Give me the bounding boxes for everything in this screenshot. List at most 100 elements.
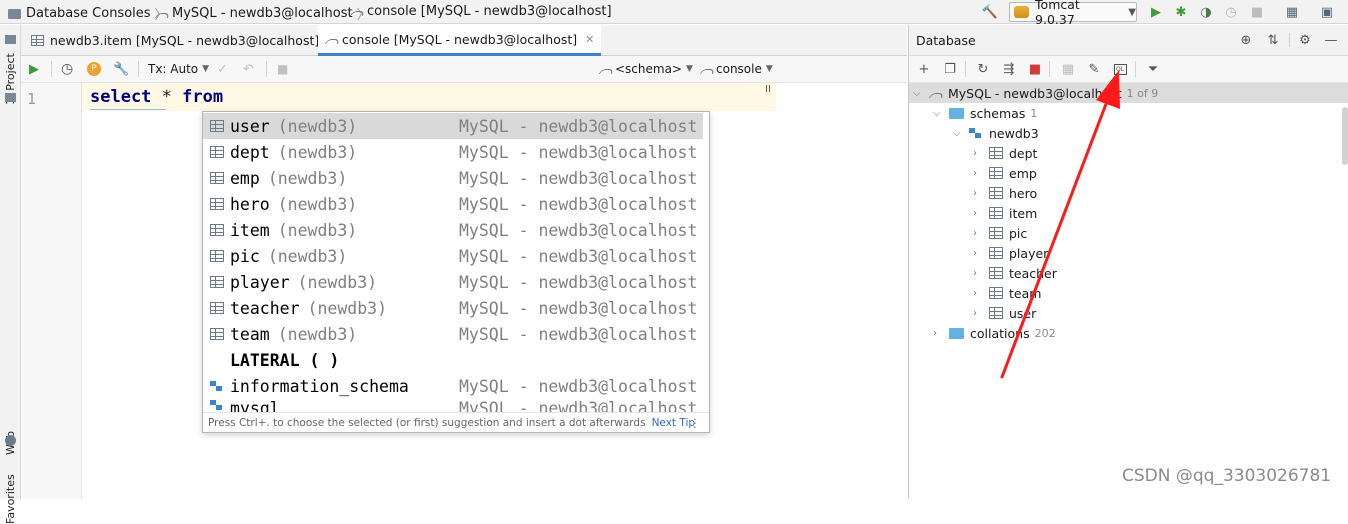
- window-icon[interactable]: ▣: [1318, 3, 1336, 21]
- completion-name: player: [230, 272, 290, 292]
- stop-icon[interactable]: ■: [1027, 61, 1043, 77]
- chevron-down-icon: ⌵: [913, 87, 921, 99]
- tree-table-team[interactable]: › team: [973, 283, 1041, 303]
- tree-connection[interactable]: ⌵ MySQL - newdb3@localhost 1 of 9: [913, 83, 1158, 103]
- database-panel-title: Database: [916, 33, 976, 48]
- completion-item-lateral[interactable]: LATERAL ( ): [203, 347, 703, 373]
- completion-item-teacher[interactable]: teacher (newdb3) MySQL - newdb3@localhos…: [203, 295, 703, 321]
- minimize-icon[interactable]: —: [1323, 32, 1339, 48]
- completion-hint: (newdb3): [277, 194, 358, 214]
- copy-icon[interactable]: ❐: [942, 61, 958, 77]
- table-icon: [989, 147, 1003, 159]
- tree-collations[interactable]: › collations 202: [933, 323, 1056, 343]
- run-icon[interactable]: ▶: [1147, 3, 1165, 21]
- completion-source: MySQL - newdb3@localhost: [459, 298, 698, 318]
- completion-item-user[interactable]: user (newdb3) MySQL - newdb3@localhost: [203, 113, 703, 139]
- divider: [266, 61, 267, 77]
- tree-table-item[interactable]: › item: [973, 203, 1037, 223]
- table-icon: [989, 307, 1003, 319]
- completion-item-hero[interactable]: hero (newdb3) MySQL - newdb3@localhost: [203, 191, 703, 217]
- tree-table-hero[interactable]: › hero: [973, 183, 1037, 203]
- completion-item-player[interactable]: player (newdb3) MySQL - newdb3@localhost: [203, 269, 703, 295]
- table-label: emp: [1009, 165, 1037, 181]
- table-icon: [989, 207, 1003, 219]
- stop-icon[interactable]: ■: [1248, 3, 1266, 21]
- tree-table-teacher[interactable]: › teacher: [973, 263, 1057, 283]
- completion-item-team[interactable]: team (newdb3) MySQL - newdb3@localhost: [203, 321, 703, 347]
- debug-icon[interactable]: ✱: [1172, 3, 1190, 21]
- tree-table-user[interactable]: › user: [973, 303, 1036, 323]
- rollback-icon[interactable]: ↶: [243, 60, 254, 78]
- tree-table-dept[interactable]: › dept: [973, 143, 1037, 163]
- divider: [965, 61, 966, 77]
- execute-icon[interactable]: ▶: [29, 60, 39, 78]
- close-icon[interactable]: ✕: [585, 33, 594, 46]
- console-icon: [700, 64, 713, 75]
- completion-hint: (newdb3): [277, 116, 358, 136]
- favorites-tool-label[interactable]: Favorites: [4, 474, 17, 524]
- project-structure-icon[interactable]: ▦: [1283, 3, 1301, 21]
- table-view-icon[interactable]: ▦: [1060, 61, 1076, 77]
- more-options-icon[interactable]: ⋮: [689, 416, 701, 430]
- settings-wrench-icon[interactable]: 🔧: [113, 60, 129, 78]
- tree-schemas[interactable]: ⌵ schemas 1: [933, 103, 1037, 123]
- table-icon: [210, 172, 224, 184]
- table-icon: [31, 35, 44, 46]
- datasource-icon: [929, 88, 942, 99]
- tab-console[interactable]: console [MySQL - newdb3@localhost] ✕: [318, 25, 602, 56]
- fold-marker: II: [765, 84, 771, 95]
- console-select-label: console: [716, 62, 762, 76]
- gear-icon[interactable]: ⚙: [1297, 32, 1313, 48]
- schema-label: newdb3: [989, 125, 1039, 141]
- parameters-icon[interactable]: P: [87, 60, 101, 78]
- profile-icon[interactable]: ◷: [1222, 3, 1240, 21]
- edit-icon[interactable]: ✎: [1086, 61, 1102, 77]
- completion-item-pic[interactable]: pic (newdb3) MySQL - newdb3@localhost: [203, 243, 703, 269]
- history-icon[interactable]: ◷: [61, 60, 73, 78]
- schema-select[interactable]: <schema> ▼: [599, 60, 693, 78]
- tree-schema-newdb3[interactable]: ⌵ newdb3: [953, 123, 1039, 143]
- table-label: item: [1009, 205, 1038, 221]
- tree-table-pic[interactable]: › pic: [973, 223, 1027, 243]
- completion-hint: (newdb3): [277, 142, 358, 162]
- run-config-label: Tomcat 9.0.37: [1035, 0, 1080, 27]
- cancel-query-icon[interactable]: ■: [277, 60, 288, 78]
- tree-table-player[interactable]: › player: [973, 243, 1048, 263]
- breadcrumb-item-connection[interactable]: MySQL - newdb3@localhost 〉: [155, 4, 370, 23]
- completion-item-mysql[interactable]: mysql MySQL - newdb3@localhost: [203, 399, 703, 412]
- filter-icon[interactable]: ⏷: [1145, 61, 1161, 77]
- console-select[interactable]: console ▼: [700, 60, 773, 78]
- completion-item-emp[interactable]: emp (newdb3) MySQL - newdb3@localhost: [203, 165, 703, 191]
- tab-label: newdb3.item [MySQL - newdb3@localhost]: [50, 33, 320, 48]
- completion-item-information-schema[interactable]: information_schema MySQL - newdb3@localh…: [203, 373, 703, 399]
- schema-sync-icon[interactable]: ⇶: [1001, 61, 1017, 77]
- run-configuration-select[interactable]: Tomcat 9.0.37 ▼: [1009, 0, 1137, 27]
- refresh-icon[interactable]: ↻: [975, 61, 991, 77]
- table-label: team: [1009, 285, 1042, 301]
- completion-hint: (newdb3): [277, 324, 358, 344]
- sql-console-icon[interactable]: QL: [1112, 61, 1128, 77]
- tab-newdb3-item[interactable]: newdb3.item [MySQL - newdb3@localhost] ✕: [24, 25, 343, 56]
- completion-name: emp: [230, 168, 260, 188]
- schema-icon: [210, 399, 224, 411]
- selection-underline: [90, 109, 166, 110]
- tree-table-emp[interactable]: › emp: [973, 163, 1037, 183]
- code-editor[interactable]: select * from: [90, 87, 223, 107]
- hammer-icon[interactable]: 🔨: [981, 3, 999, 21]
- collapse-icon[interactable]: ⇅: [1265, 32, 1281, 48]
- commit-icon[interactable]: ✓: [217, 60, 228, 78]
- database-scrollbar[interactable]: [1342, 107, 1348, 165]
- coverage-icon[interactable]: ◑: [1197, 3, 1215, 21]
- completion-item-dept[interactable]: dept (newdb3) MySQL - newdb3@localhost: [203, 139, 703, 165]
- table-icon: [210, 146, 224, 158]
- transaction-mode-select[interactable]: Tx: Auto ▼: [148, 60, 209, 78]
- completion-name: hero: [230, 194, 270, 214]
- breadcrumb-item-consoles[interactable]: Database Consoles 〉: [8, 4, 168, 23]
- completion-footer-text: Press Ctrl+. to choose the selected (or …: [208, 417, 646, 429]
- globe-icon[interactable]: [5, 435, 16, 446]
- project-icon[interactable]: [5, 35, 16, 44]
- completion-item-item[interactable]: item (newdb3) MySQL - newdb3@localhost: [203, 217, 703, 243]
- breadcrumb-item-console[interactable]: console [MySQL - newdb3@localhost]: [350, 4, 612, 19]
- add-icon[interactable]: +: [916, 61, 932, 77]
- crosshair-icon[interactable]: ⊕: [1238, 32, 1254, 48]
